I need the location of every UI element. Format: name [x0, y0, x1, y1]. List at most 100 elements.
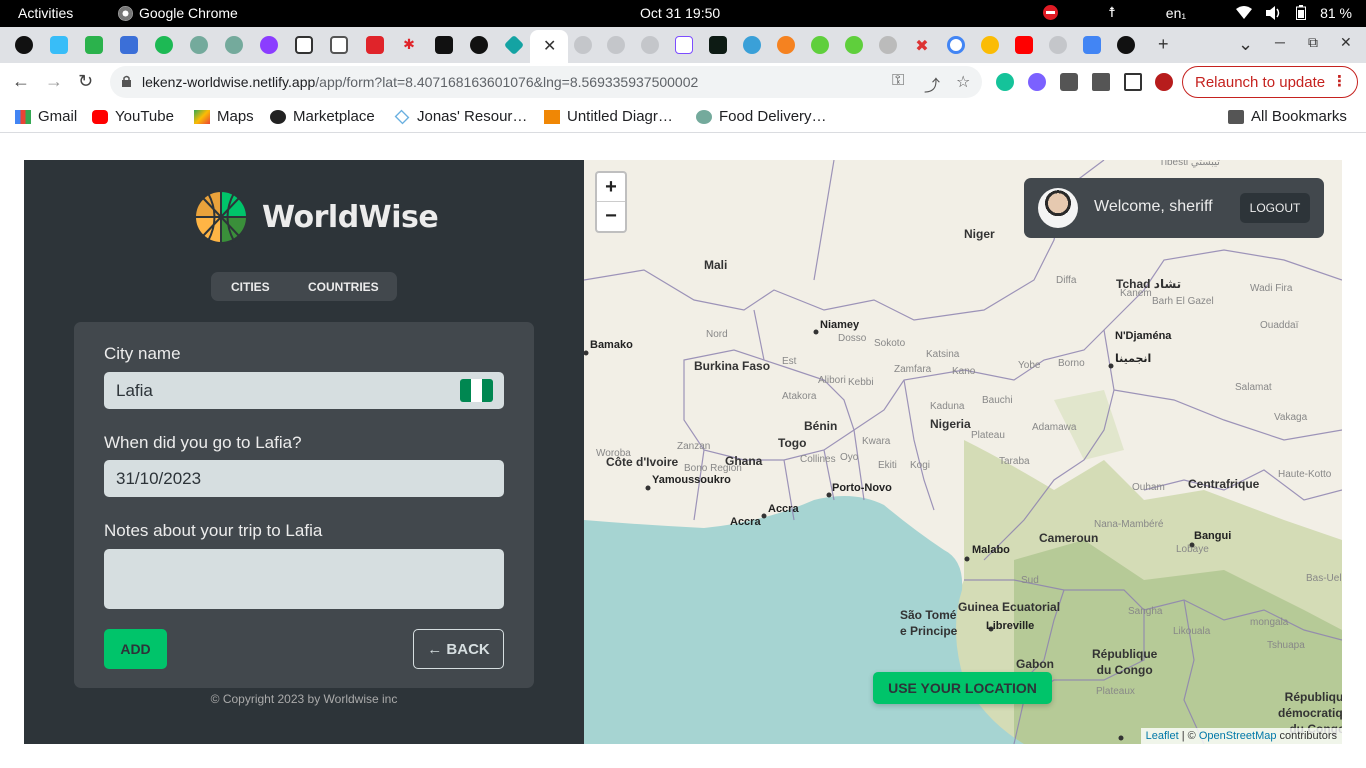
tab-favicon-icon[interactable]	[675, 36, 693, 54]
github-tab-icon[interactable]	[607, 36, 625, 54]
back-arrow-icon[interactable]: ←	[12, 71, 30, 92]
bookmark-gmail[interactable]: Gmail	[15, 108, 77, 125]
tab-favicon-icon[interactable]	[366, 36, 384, 54]
city-name-input[interactable]: Lafia	[104, 372, 504, 409]
tab-favicon-icon[interactable]	[879, 36, 897, 54]
recording-stop-icon[interactable]	[1043, 5, 1059, 20]
url-text[interactable]: lekenz-worldwise.netlify.app/app/form?la…	[142, 74, 698, 90]
side-panel-icon[interactable]	[1124, 73, 1142, 91]
extension-icon[interactable]	[1028, 73, 1046, 91]
map-label: Vakaga	[1274, 412, 1308, 423]
gmail-icon	[15, 109, 31, 124]
extensions-puzzle-icon[interactable]	[1060, 73, 1078, 91]
map-label-mali: Mali	[704, 258, 728, 272]
date-input[interactable]: 31/10/2023	[104, 460, 504, 497]
map-tiles[interactable]	[584, 160, 1342, 744]
bookmark-star-icon[interactable]: ☆	[956, 72, 970, 92]
grammarly-extension-icon[interactable]	[996, 73, 1014, 91]
all-bookmarks[interactable]: All Bookmarks	[1228, 108, 1347, 125]
map[interactable]: Tibesti تيبستي Niger Mali Niamey Dosso B…	[584, 160, 1342, 744]
tab-favicon-icon[interactable]	[330, 36, 348, 54]
input-language[interactable]: en₁	[1166, 5, 1186, 21]
map-label: Alibori	[818, 375, 846, 386]
tab-favicon-icon[interactable]	[435, 36, 453, 54]
clock[interactable]: Oct 31 19:50	[640, 5, 720, 21]
restore-button[interactable]: ⧉	[1308, 34, 1318, 51]
bookmark-label: Gmail	[38, 108, 78, 125]
tab-favicon-icon[interactable]	[120, 36, 138, 54]
bookmark-youtube[interactable]: YouTube	[92, 108, 174, 125]
tab-favicon-icon[interactable]	[845, 36, 863, 54]
chatgpt-tab-icon[interactable]	[190, 36, 208, 54]
forward-arrow-icon[interactable]: →	[45, 71, 63, 92]
reading-list-icon[interactable]	[1092, 73, 1110, 91]
back-button[interactable]: ← BACK	[413, 629, 504, 669]
key-icon[interactable]: ⚿	[892, 72, 904, 90]
nav-cities-link[interactable]: CITIES	[231, 280, 270, 294]
address-bar[interactable]: lekenz-worldwise.netlify.app/app/form?la…	[110, 66, 982, 98]
spotify-tab-icon[interactable]	[155, 36, 173, 54]
github-tab-icon[interactable]	[574, 36, 592, 54]
tab-favicon-icon[interactable]	[981, 36, 999, 54]
active-tab[interactable]: ✕	[530, 30, 568, 63]
map-label: Salamat	[1235, 382, 1272, 393]
tab-favicon-icon[interactable]: ✱	[400, 36, 418, 54]
tab-favicon-icon[interactable]	[1117, 36, 1135, 54]
system-tray[interactable]: ☨ en₁ 81 %	[1043, 4, 1352, 21]
map-label: Borno	[1058, 358, 1085, 369]
bookmark-jonas[interactable]: Jonas' Resour…	[394, 108, 527, 125]
tab-search-button[interactable]: ⌄	[1238, 34, 1253, 55]
add-button[interactable]: ADD	[104, 629, 167, 669]
app-menu[interactable]: Google Chrome	[118, 5, 238, 21]
notes-textarea[interactable]	[104, 549, 504, 609]
relaunch-to-update-button[interactable]: Relaunch to update ⋮	[1182, 66, 1358, 98]
activities-button[interactable]: Activities	[18, 5, 73, 21]
chrome-menu-icon[interactable]: ⋮	[1332, 72, 1347, 90]
map-label-accra2: Accra	[730, 516, 761, 528]
map-label: Zamfara	[894, 364, 932, 375]
bookmark-marketplace[interactable]: Marketplace	[270, 108, 375, 125]
tab-favicon-icon[interactable]	[777, 36, 795, 54]
tab-favicon-icon[interactable]	[709, 36, 727, 54]
reload-icon[interactable]: ↻	[78, 71, 93, 92]
tab-favicon-icon[interactable]	[85, 36, 103, 54]
tab-favicon-icon[interactable]	[503, 34, 525, 56]
zoom-in-button[interactable]: +	[597, 173, 625, 202]
chatgpt-tab-icon[interactable]	[225, 36, 243, 54]
leaflet-link[interactable]: Leaflet	[1146, 730, 1179, 742]
logo[interactable]: WorldWise	[194, 190, 439, 244]
zoom-out-button[interactable]: −	[597, 202, 625, 231]
share-icon[interactable]: ⤴	[924, 72, 940, 96]
github-tab-icon[interactable]	[1049, 36, 1067, 54]
tab-favicon-icon[interactable]	[15, 36, 33, 54]
youtube-tab-icon[interactable]	[1015, 36, 1033, 54]
profile-avatar[interactable]	[1155, 73, 1173, 91]
tab-favicon-icon[interactable]	[743, 36, 761, 54]
map-label: Yobe	[1018, 360, 1041, 371]
bookmark-maps[interactable]: Maps	[194, 108, 254, 125]
tab-favicon-icon[interactable]	[260, 36, 278, 54]
github-tab-icon[interactable]	[641, 36, 659, 54]
close-window-button[interactable]: ✕	[1340, 34, 1352, 51]
docs-tab-icon[interactable]	[1083, 36, 1101, 54]
tab-favicon-icon[interactable]	[470, 36, 488, 54]
bookmarks-bar: Gmail YouTube Maps Marketplace Jonas' Re…	[0, 101, 1366, 133]
use-location-button[interactable]: USE YOUR LOCATION	[873, 672, 1052, 704]
user-panel: Welcome, sheriff LOGOUT	[1024, 178, 1324, 238]
tab-favicon-icon[interactable]	[811, 36, 829, 54]
osm-link[interactable]: OpenStreetMap	[1199, 730, 1277, 742]
bookmark-diagram[interactable]: Untitled Diagr…	[544, 108, 673, 125]
google-tab-icon[interactable]	[947, 36, 965, 54]
accessibility-icon[interactable]: ☨	[1108, 4, 1116, 21]
nav-countries-link[interactable]: COUNTRIES	[308, 280, 379, 294]
tab-favicon-icon[interactable]: ✖	[913, 36, 931, 55]
logout-button[interactable]: LOGOUT	[1240, 193, 1310, 223]
tab-favicon-icon[interactable]	[50, 36, 68, 54]
lock-icon[interactable]	[122, 75, 131, 87]
new-tab-button[interactable]: +	[1158, 34, 1169, 55]
tab-favicon-icon[interactable]	[295, 36, 313, 54]
close-tab-icon[interactable]: ✕	[543, 36, 556, 56]
bookmark-food[interactable]: Food Delivery…	[696, 108, 827, 125]
map-label: Atakora	[782, 391, 817, 402]
minimize-button[interactable]: ─	[1275, 34, 1285, 50]
